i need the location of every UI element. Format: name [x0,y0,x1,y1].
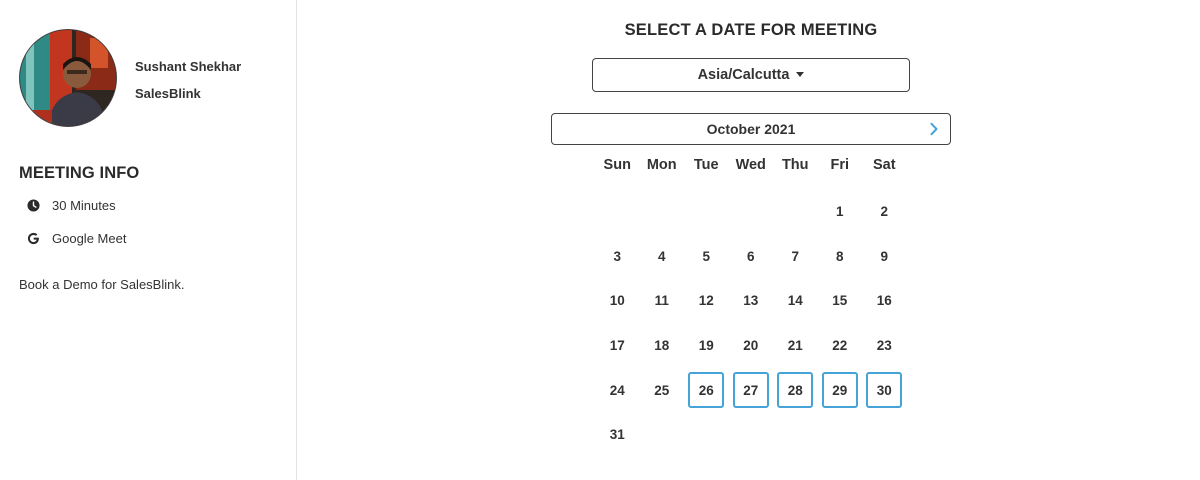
day-number: 14 [787,293,803,309]
day-3: 3 [595,234,640,279]
day-19: 19 [684,323,729,368]
day-number: 5 [702,248,710,264]
day-11: 11 [640,278,685,323]
day-number: 29 [821,372,858,409]
calendar-blank [729,189,774,234]
calendar-blank [773,189,818,234]
day-number: 18 [654,337,670,353]
day-number: 8 [835,248,844,264]
day-number: 9 [880,248,888,264]
weekday-tue: Tue [693,157,719,173]
meeting-description: Book a Demo for SalesBlink. [19,277,185,292]
calendar-grid: 1 2 3 4 5 6 7 8 9 10 11 12 13 14 15 16 17 18 19 20 21 22 23 24 2… [595,189,907,457]
day-number: 10 [609,293,625,309]
calendar-blank [595,189,640,234]
day-7: 7 [773,234,818,279]
month-label: October 2021 [706,121,796,137]
available-day-27[interactable]: 27 [729,368,774,413]
day-1: 1 [818,189,863,234]
day-number: 25 [654,382,670,398]
day-number: 22 [832,337,848,353]
day-number: 2 [880,203,888,219]
meeting-duration: 30 Minutes [26,198,116,213]
day-number: 19 [698,337,714,353]
calendar-blank [684,189,729,234]
day-number: 24 [609,382,625,398]
day-24: 24 [595,368,640,413]
day-number: 16 [876,293,892,309]
host-company: SalesBlink [135,86,201,101]
day-8: 8 [818,234,863,279]
month-navigator: October 2021 [551,113,951,145]
weekday-sun: Sun [603,157,631,173]
day-9: 9 [862,234,907,279]
day-23: 23 [862,323,907,368]
weekday-fri: Fri [830,157,850,173]
day-16: 16 [862,278,907,323]
day-31: 31 [595,412,640,457]
day-20: 20 [729,323,774,368]
meeting-duration-label: 30 Minutes [52,198,116,213]
timezone-value: Asia/Calcutta [697,67,790,83]
weekday-mon: Mon [646,157,677,173]
weekday-wed: Wed [735,157,766,173]
day-number: 13 [743,293,759,309]
day-number: 20 [743,337,759,353]
weekday-sat: Sat [872,157,896,173]
day-5: 5 [684,234,729,279]
day-17: 17 [595,323,640,368]
day-18: 18 [640,323,685,368]
google-icon [26,232,40,246]
day-number: 1 [835,203,844,219]
day-10: 10 [595,278,640,323]
day-2: 2 [862,189,907,234]
day-number: 3 [613,248,621,264]
weekday-thu: Thu [781,157,809,173]
day-number: 31 [609,427,625,443]
day-25: 25 [640,368,685,413]
page-title: SELECT A DATE FOR MEETING [624,21,878,39]
day-15: 15 [818,278,863,323]
day-number: 12 [698,293,714,309]
day-number: 28 [777,372,814,409]
day-number: 11 [654,293,669,309]
sidebar: Sushant Shekhar SalesBlink MEETING INFO … [0,0,297,480]
day-number: 15 [832,293,848,309]
chevron-right-icon[interactable] [926,121,942,137]
day-21: 21 [773,323,818,368]
calendar-blank [640,189,685,234]
clock-icon [26,199,40,213]
timezone-select[interactable]: Asia/Calcutta [592,58,910,92]
available-day-26[interactable]: 26 [684,368,729,413]
available-day-28[interactable]: 28 [773,368,818,413]
day-number: 4 [657,248,666,264]
meeting-info-heading: MEETING INFO [19,164,140,182]
day-number: 7 [791,248,799,264]
meeting-location-label: Google Meet [52,231,127,246]
day-number: 21 [787,337,803,353]
day-6: 6 [729,234,774,279]
day-22: 22 [818,323,863,368]
day-number: 17 [609,337,625,353]
day-number: 26 [688,372,725,409]
day-13: 13 [729,278,774,323]
host-name: Sushant Shekhar [135,59,242,74]
day-12: 12 [684,278,729,323]
day-14: 14 [773,278,818,323]
day-number: 23 [876,337,892,353]
day-number: 30 [866,372,903,409]
avatar [19,29,117,127]
avatar-photo [20,30,116,126]
weekday-header: Sun Mon Tue Wed Thu Fri Sat [595,157,907,173]
meeting-location: Google Meet [26,231,126,246]
day-number: 6 [746,248,755,264]
available-day-30[interactable]: 30 [862,368,907,413]
available-day-29[interactable]: 29 [818,368,863,413]
caret-down-icon [796,71,805,77]
day-4: 4 [640,234,685,279]
day-number: 27 [732,372,769,409]
